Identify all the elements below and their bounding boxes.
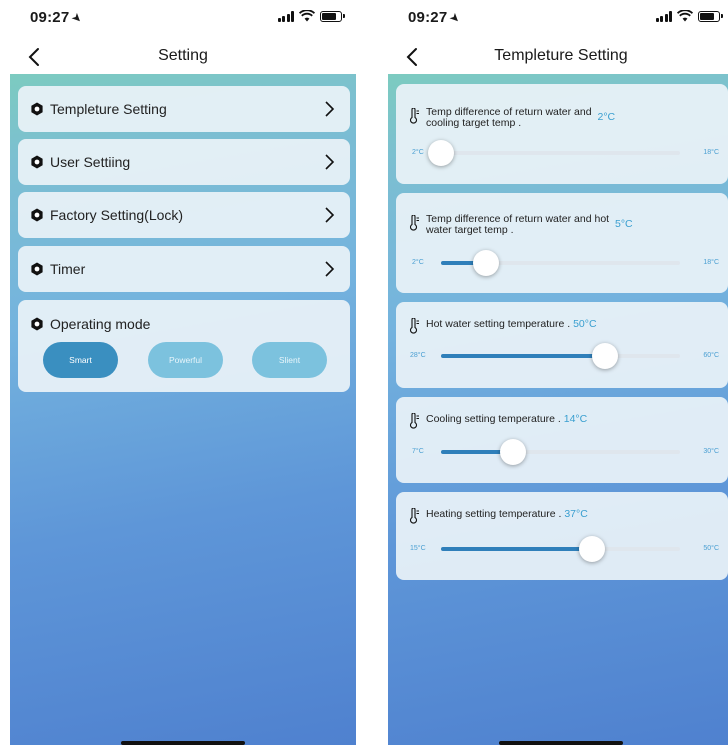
page-title: Setting [158, 47, 208, 64]
status-time: 09:27➤ [408, 9, 465, 27]
slider-max-label: 18°C [703, 259, 719, 266]
slider-max-label: 30°C [703, 448, 719, 455]
slider-max-label: 18°C [703, 149, 719, 156]
settings-content: Templeture Setting User Settiing Factory… [10, 74, 356, 745]
nav-bar: Setting [10, 40, 356, 74]
thermometer-icon [409, 108, 419, 124]
slider-thumb[interactable] [473, 250, 499, 276]
chevron-right-icon [325, 207, 335, 223]
page-title: Templeture Setting [494, 47, 628, 64]
chevron-right-icon [325, 261, 335, 277]
slider-value: 37°C [564, 508, 588, 520]
slider-label: Cooling setting temperature . [426, 413, 561, 425]
menu-item-label: User Settiing [50, 154, 131, 170]
slider-card-cooling-temp: Cooling setting temperature . 14°C 7°C 3… [396, 397, 728, 483]
menu-item-label: Factory Setting(Lock) [50, 207, 184, 223]
hexagon-settings-icon [31, 208, 43, 222]
cellular-signal-icon [277, 10, 294, 22]
menu-item-label: Templeture Setting [50, 101, 167, 117]
slider-fill [441, 547, 592, 551]
menu-item-templeture-setting[interactable]: Templeture Setting [18, 86, 350, 132]
thermometer-icon [409, 508, 419, 524]
operating-mode-card: Operating mode Smart Powerful Slient [18, 300, 350, 392]
slider-track[interactable] [441, 536, 680, 562]
slider-card-cooling-return-diff: Temp difference of return water and 2°C c… [396, 84, 728, 184]
slider-thumb[interactable] [500, 439, 526, 465]
location-arrow-icon: ➤ [446, 9, 465, 27]
menu-item-user-setting[interactable]: User Settiing [18, 139, 350, 185]
hexagon-settings-icon [31, 155, 43, 169]
slider-track[interactable] [428, 140, 680, 166]
slider-fill [441, 354, 605, 358]
cellular-signal-icon [655, 10, 672, 22]
mode-smart-button[interactable]: Smart [43, 342, 118, 378]
slider-value: 14°C [563, 413, 588, 425]
thermometer-icon [409, 215, 419, 231]
slider-card-hot-water-return-diff: Temp difference of return water and hot … [396, 193, 728, 293]
mode-silent-button[interactable]: Slient [252, 342, 327, 378]
slider-card-heating-temp: Heating setting temperature . 37°C 15°C … [396, 492, 728, 580]
chevron-right-icon [325, 101, 335, 117]
wifi-icon [677, 10, 693, 22]
slider-min-label: 2°C [412, 149, 424, 156]
setting-screen: 09:27➤ Setting Templeture Setting User S… [10, 0, 356, 745]
thermometer-icon [409, 318, 419, 334]
slider-label: Heating setting temperature . [426, 508, 562, 520]
hexagon-settings-icon [31, 317, 43, 331]
slider-max-label: 60°C [703, 352, 719, 359]
home-indicator [499, 741, 623, 745]
templeture-setting-screen: 09:27➤ Templeture Setting Temp differenc… [388, 0, 728, 745]
mode-powerful-button[interactable]: Powerful [148, 342, 223, 378]
slider-max-label: 50°C [703, 545, 719, 552]
slider-track[interactable] [441, 343, 680, 369]
slider-min-label: 7°C [412, 448, 424, 455]
menu-item-timer[interactable]: Timer [18, 246, 350, 292]
slider-min-label: 2°C [412, 259, 424, 266]
location-arrow-icon: ➤ [68, 9, 87, 27]
slider-thumb[interactable] [592, 343, 618, 369]
slider-value: 50°C [573, 318, 597, 330]
thermometer-icon [409, 413, 419, 429]
slider-min-label: 15°C [410, 545, 426, 552]
home-indicator [121, 741, 245, 745]
status-bar: 09:27➤ [388, 0, 728, 34]
slider-label-line2: cooling target temp . [426, 117, 522, 129]
slider-thumb[interactable] [579, 536, 605, 562]
wifi-icon [299, 10, 315, 22]
status-bar: 09:27➤ [10, 0, 356, 34]
nav-bar: Templeture Setting [388, 40, 728, 74]
slider-card-hot-water-temp: Hot water setting temperature . 50°C 28°… [396, 302, 728, 388]
menu-item-factory-setting[interactable]: Factory Setting(Lock) [18, 192, 350, 238]
slider-track[interactable] [441, 250, 680, 276]
slider-value: 2°C [597, 111, 616, 123]
hexagon-settings-icon [31, 102, 43, 116]
slider-value: 5°C [615, 218, 633, 230]
battery-icon [320, 10, 345, 22]
hexagon-settings-icon [31, 262, 43, 276]
slider-track[interactable] [441, 439, 680, 465]
slider-thumb[interactable] [428, 140, 454, 166]
menu-item-label: Timer [50, 261, 86, 277]
operating-mode-label: Operating mode [50, 316, 151, 332]
slider-min-label: 28°C [410, 352, 426, 359]
slider-label: Hot water setting temperature . [426, 318, 571, 330]
battery-icon [698, 10, 723, 22]
chevron-right-icon [325, 154, 335, 170]
temperature-settings-content: Temp difference of return water and 2°C c… [388, 74, 728, 745]
status-time: 09:27➤ [30, 9, 87, 27]
slider-label-line2: water target temp . [426, 224, 514, 236]
